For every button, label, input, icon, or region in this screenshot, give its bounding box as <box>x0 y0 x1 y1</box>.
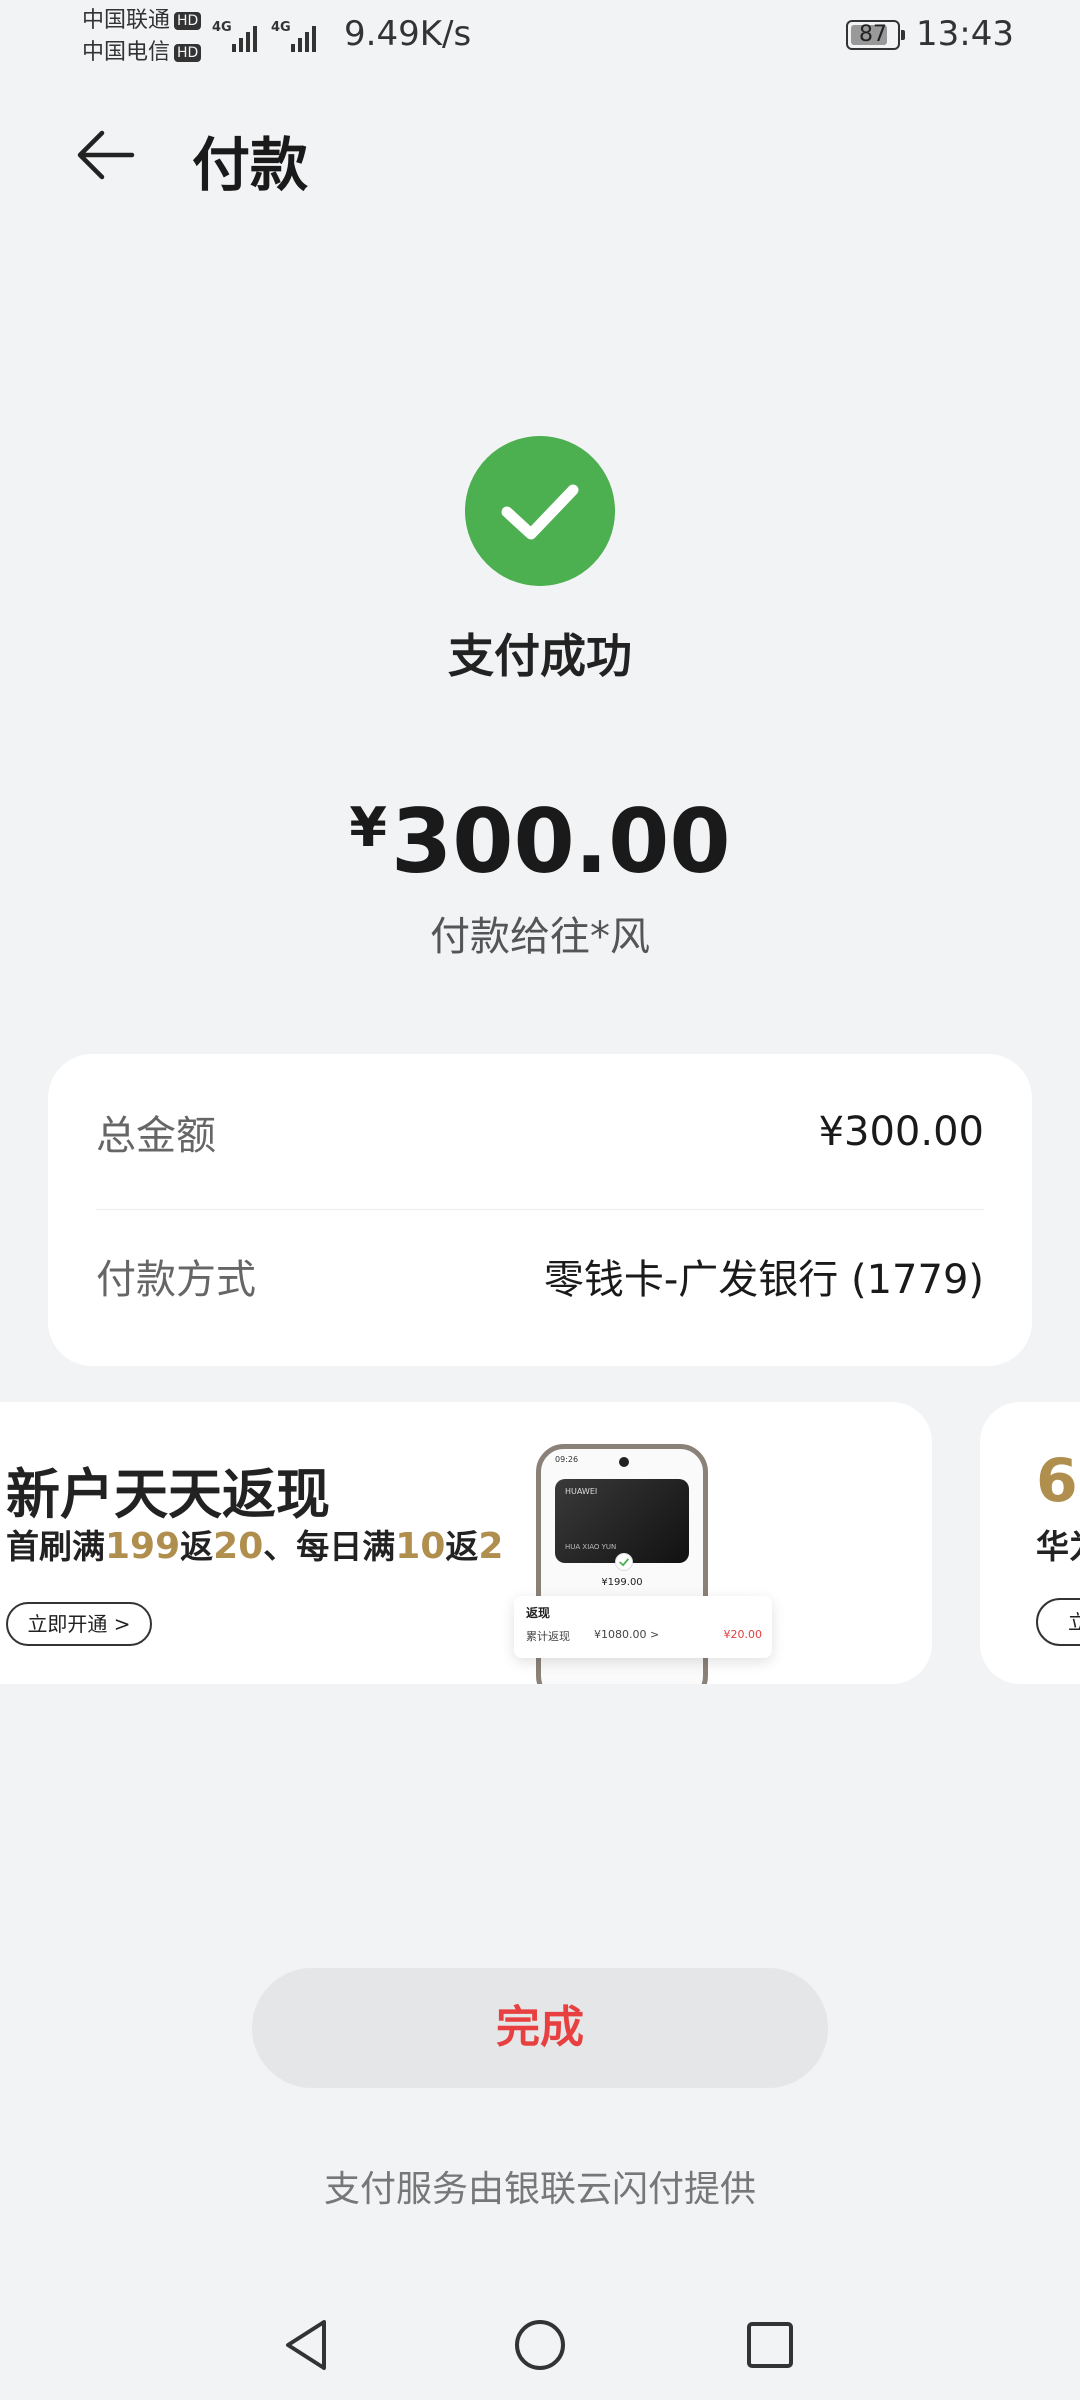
detail-label: 付款方式 <box>96 1257 256 1303</box>
popup-reward: ¥20.00 <box>723 1628 763 1641</box>
hd-badge-2: HD <box>174 44 202 62</box>
check-icon <box>615 1553 633 1571</box>
network-type-1: 4G <box>212 20 232 35</box>
promo-banner-next[interactable]: 6( 华为 立 <box>980 1402 1080 1684</box>
popup-title: 返现 <box>526 1606 551 1620</box>
carrier-telecom: 中国电信 HD <box>82 40 202 66</box>
cashback-popup: 返现 累计返现 ¥1080.00 > ¥20.00 <box>514 1596 772 1658</box>
nav-recent-apps-icon[interactable] <box>735 2310 805 2380</box>
banner-subtitle: 首刷满199返20、每日满10返2 <box>6 1526 504 1567</box>
phone-amount: ¥199.00 <box>601 1577 643 1588</box>
carrier-name-2: 中国电信 <box>82 40 171 65</box>
page-title: 付款 <box>192 131 309 199</box>
detail-row-method: 付款方式 零钱卡-广发银行 (1779) <box>96 1206 984 1346</box>
clock: 13:43 <box>916 14 1014 54</box>
hd-badge-1: HD <box>174 12 202 30</box>
detail-row-total: 总金额 ¥300.00 <box>96 1062 984 1202</box>
next-banner-button[interactable]: 立 <box>1036 1598 1080 1646</box>
nav-home-icon[interactable] <box>505 2310 575 2380</box>
card-holder: HUA XIAO YUN <box>565 1543 617 1551</box>
battery-icon: 87 <box>846 20 905 50</box>
net-speed: 9.49K/s <box>344 14 472 54</box>
activate-now-button[interactable]: 立即开通 > <box>6 1602 152 1646</box>
signal-strength-icon: 4G <box>212 18 257 52</box>
carrier-name-1: 中国联通 <box>82 8 171 33</box>
signal-icons: 4G 4G <box>212 16 316 52</box>
promo-banner[interactable]: 新户天天返现 首刷满199返20、每日满10返2 立即开通 > 09:26 HU… <box>0 1402 932 1684</box>
service-provider-text: 支付服务由银联云闪付提供 <box>323 2169 756 2210</box>
currency-symbol: ¥ <box>349 796 387 859</box>
next-banner-title: 6( <box>1036 1446 1080 1516</box>
success-check-icon <box>465 436 615 586</box>
done-button[interactable]: 完成 <box>252 1968 828 2088</box>
signal-strength-icon: 4G <box>271 18 316 52</box>
payment-details-card: 总金额 ¥300.00 付款方式 零钱卡-广发银行 (1779) <box>48 1054 1032 1366</box>
banner-title: 新户天天返现 <box>6 1463 330 1526</box>
battery-level: 87 <box>859 22 887 47</box>
carrier-unicom: 中国联通 HD <box>82 8 202 34</box>
network-type-2: 4G <box>271 20 291 35</box>
payment-amount: ¥300.00 <box>0 790 1080 893</box>
detail-label: 总金额 <box>96 1113 216 1159</box>
payment-status-text: 支付成功 <box>448 629 632 683</box>
amount-value: 300.00 <box>390 790 731 893</box>
popup-label: 累计返现 <box>526 1630 570 1643</box>
detail-value: ¥300.00 <box>818 1109 984 1155</box>
bank-card-illustration: HUAWEI HUA XIAO YUN <box>555 1479 689 1563</box>
status-bar: 中国联通 HD 中国电信 HD 4G 4G 9.49K/s 87 13:43 <box>0 0 1080 72</box>
next-banner-subtitle: 华为 <box>1036 1527 1080 1566</box>
payment-result-page: 中国联通 HD 中国电信 HD 4G 4G 9.49K/s 87 13:43 付款 <box>0 0 1080 2400</box>
popup-total: ¥1080.00 > <box>594 1628 660 1641</box>
card-brand: HUAWEI <box>565 1487 598 1496</box>
system-nav-bar <box>0 2290 1080 2400</box>
phone-time: 09:26 <box>555 1455 579 1464</box>
nav-back-icon[interactable] <box>272 2310 342 2380</box>
detail-value: 零钱卡-广发银行 (1779) <box>543 1257 984 1303</box>
back-arrow-icon[interactable] <box>72 120 142 190</box>
payee-text: 付款给往*风 <box>430 914 650 960</box>
